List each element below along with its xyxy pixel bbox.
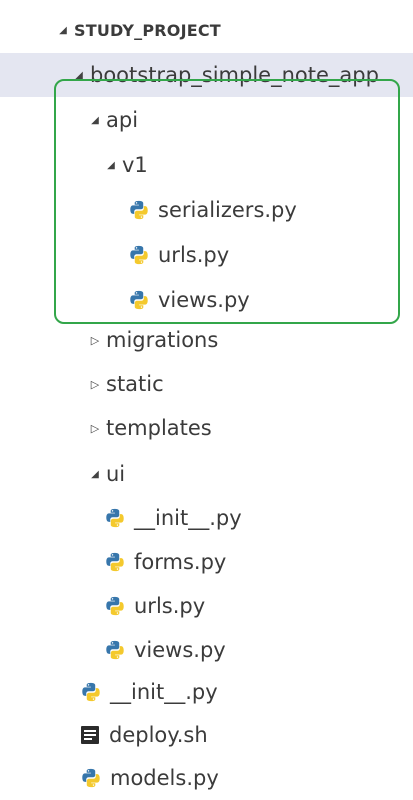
folder-label: bootstrap_simple_note_app [90, 63, 379, 87]
tree-item-ui[interactable]: ui [0, 452, 413, 496]
folder-label: templates [106, 416, 212, 440]
chevron-collapsed-icon[interactable] [84, 422, 106, 435]
chevron-expanded-icon[interactable] [84, 114, 106, 127]
python-icon [128, 199, 150, 221]
file-label: urls.py [134, 594, 206, 618]
tree-item-ui-urls-py[interactable]: urls.py [0, 584, 413, 628]
chevron-collapsed-icon[interactable] [84, 378, 106, 391]
file-label: __init__.py [134, 506, 242, 530]
tree-item-v1[interactable]: v1 [0, 143, 413, 187]
file-label: views.py [134, 638, 226, 662]
tree-item-api[interactable]: api [0, 98, 413, 142]
tree-item-models-py[interactable]: models.py [0, 756, 413, 800]
folder-label: v1 [122, 153, 148, 177]
tree-item-ui-init-py[interactable]: __init__.py [0, 496, 413, 540]
tree-item-serializers-py[interactable]: serializers.py [0, 188, 413, 232]
chevron-collapsed-icon[interactable] [84, 334, 106, 347]
python-icon [104, 507, 126, 529]
python-icon [104, 595, 126, 617]
python-icon [104, 551, 126, 573]
file-label: urls.py [158, 243, 230, 267]
tree-item-migrations[interactable]: migrations [0, 318, 413, 362]
file-explorer: STUDY_PROJECT bootstrap_simple_note_app … [0, 0, 413, 795]
file-label: deploy.sh [109, 723, 208, 747]
folder-label: static [106, 372, 164, 396]
chevron-expanded-icon[interactable] [52, 24, 74, 37]
shell-script-icon [81, 726, 99, 744]
tree-item-forms-py[interactable]: forms.py [0, 540, 413, 584]
python-icon [80, 681, 102, 703]
chevron-expanded-icon[interactable] [100, 159, 122, 172]
python-icon [128, 289, 150, 311]
tree-item-deploy-sh[interactable]: deploy.sh [0, 713, 413, 757]
file-label: models.py [110, 766, 219, 790]
tree-item-templates[interactable]: templates [0, 406, 413, 450]
python-icon [104, 639, 126, 661]
python-icon [128, 244, 150, 266]
file-label: __init__.py [110, 680, 218, 704]
python-icon [80, 767, 102, 789]
tree-item-urls-py[interactable]: urls.py [0, 233, 413, 277]
project-root-label: STUDY_PROJECT [74, 20, 221, 40]
folder-label: api [106, 108, 139, 132]
tree-item-static[interactable]: static [0, 362, 413, 406]
folder-label: ui [106, 462, 126, 486]
chevron-expanded-icon[interactable] [84, 468, 106, 481]
tree-item-app-init-py[interactable]: __init__.py [0, 670, 413, 714]
chevron-expanded-icon[interactable] [68, 69, 90, 82]
explorer-root-header[interactable]: STUDY_PROJECT [0, 8, 413, 52]
file-label: forms.py [134, 550, 227, 574]
tree-item-ui-views-py[interactable]: views.py [0, 628, 413, 672]
file-label: serializers.py [158, 198, 297, 222]
tree-item-views-py[interactable]: views.py [0, 278, 413, 322]
file-label: views.py [158, 288, 250, 312]
folder-label: migrations [106, 328, 219, 352]
tree-item-bootstrap-simple-note-app[interactable]: bootstrap_simple_note_app [0, 53, 413, 97]
